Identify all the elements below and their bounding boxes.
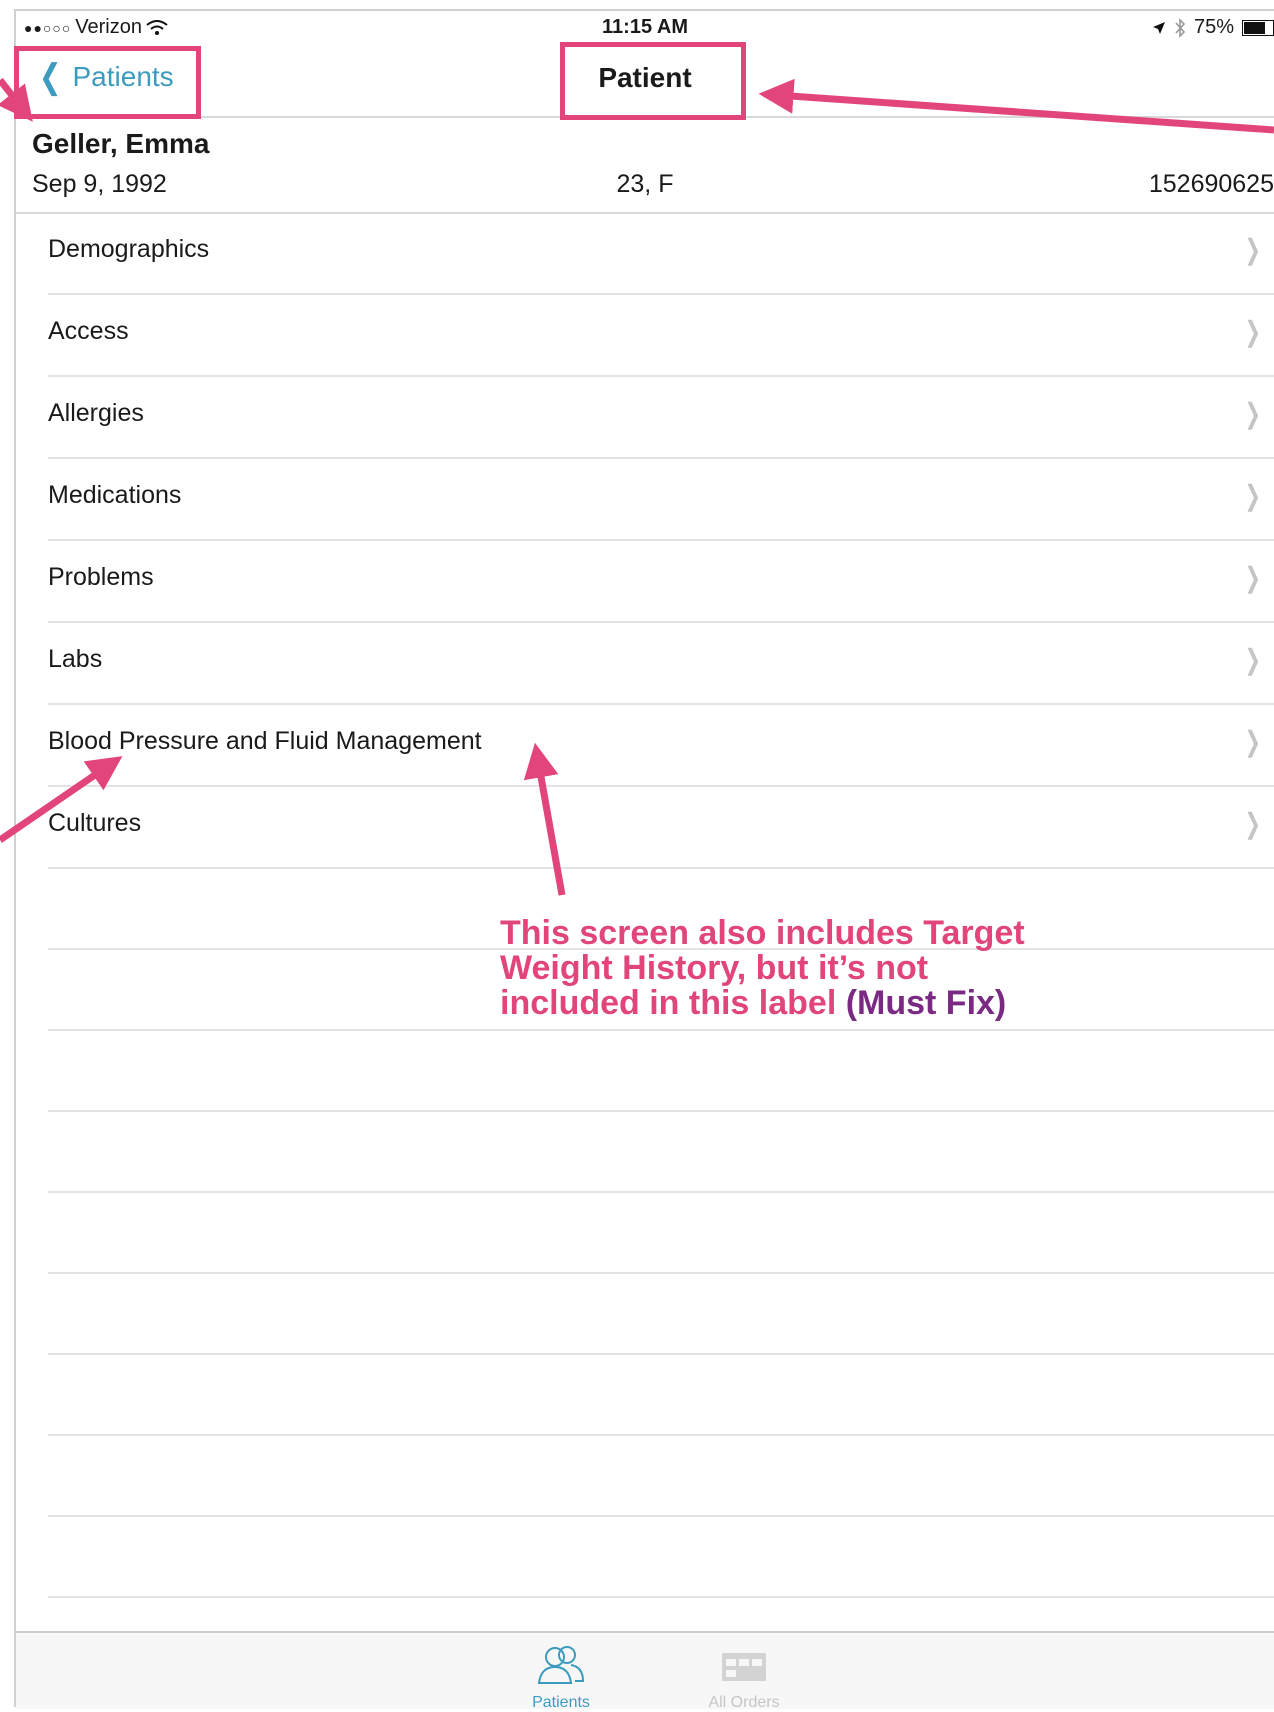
annotation-note: This screen also includes Target Weight … [500, 916, 1060, 1021]
arrow-to-management-label [523, 742, 566, 896]
annotation-arrows [0, 77, 1274, 896]
arrow-to-page-title [758, 78, 1274, 134]
must-fix-label: (Must Fix) [845, 984, 1007, 1022]
arrow-to-back-button [0, 77, 33, 122]
arrow-to-blood-label [0, 756, 123, 843]
